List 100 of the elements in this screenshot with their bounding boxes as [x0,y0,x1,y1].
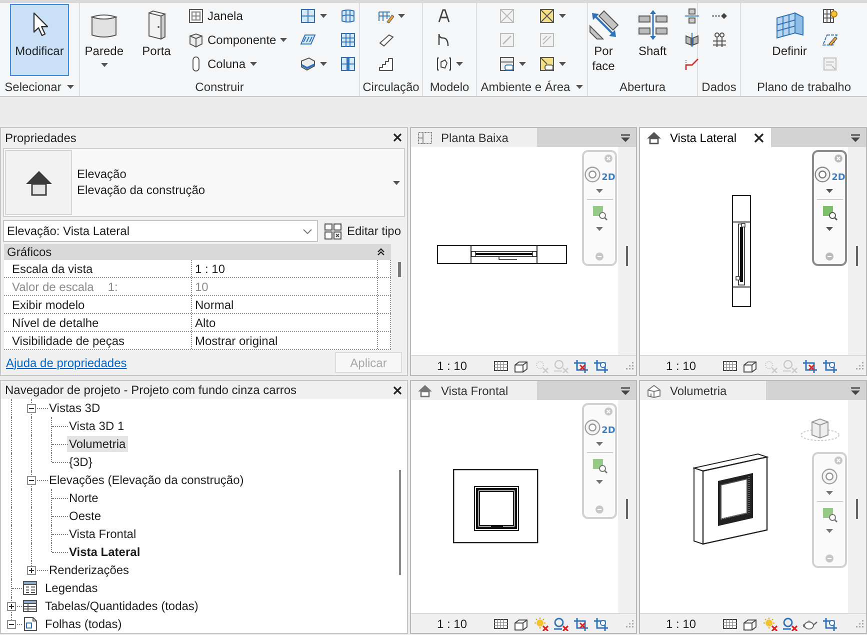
detail-level-icon[interactable] [493,616,510,630]
scrollbar-thumb[interactable] [856,499,858,519]
detail-level-icon[interactable] [722,358,738,372]
plus-box-icon[interactable] [7,602,16,611]
close-icon[interactable] [393,386,402,394]
close-icon[interactable] [754,132,764,142]
ribbon-button[interactable]: Shaft [632,4,674,76]
minus-box-icon[interactable] [27,404,36,413]
tree-item[interactable]: Legendas [43,580,100,596]
view-tab[interactable]: Volumetria [640,381,766,400]
value-field[interactable]: 1 : 10 [192,260,378,277]
tree-item[interactable]: Renderizações [47,562,132,578]
plus-box-icon[interactable] [27,566,36,575]
zoom-icon[interactable] [822,507,838,523]
tab-menu-icon[interactable] [851,386,860,394]
value-field[interactable]: Normal [192,296,378,313]
ribbon-button[interactable]: Modificar [10,4,69,76]
scale-button[interactable]: 1 : 10 [664,616,698,630]
view-tab[interactable]: Vista Frontal [411,381,537,400]
zoom-icon[interactable] [822,205,838,221]
crop-region-icon[interactable] [822,358,838,372]
group-icon [436,56,452,72]
scrollbar-thumb[interactable] [626,246,628,266]
zoom-icon[interactable] [592,458,608,474]
panel-title[interactable]: Ambiente e Área [480,80,584,94]
detail-level-icon[interactable] [722,616,738,630]
scale-button[interactable]: 1 : 10 [435,616,470,630]
panel-title[interactable]: Selecionar [4,80,74,94]
crop-region-icon[interactable] [593,358,610,372]
steering-wheel-icon[interactable] [584,419,601,436]
tab-menu-icon[interactable] [621,134,630,142]
type-selector[interactable]: Elevação Elevação da construção [3,148,405,217]
instance-dropdown[interactable]: Elevação: Vista Lateral [3,220,318,242]
ribbon-button[interactable]: Porta [136,4,178,76]
crop-view-icon[interactable] [573,616,590,630]
scale-button[interactable]: 1 : 10 [435,358,470,372]
tree-item[interactable]: Elevações (Elevação da construção) [47,472,246,488]
edit-type-button[interactable]: Editar tipo [322,222,404,240]
minus-box-icon[interactable] [27,476,36,485]
tree-item[interactable]: Vistas 3D [47,400,102,416]
visual-style-icon[interactable] [513,616,530,630]
tab-menu-icon[interactable] [851,134,860,142]
visual-style-icon[interactable] [742,358,758,372]
crop-region-icon[interactable] [593,616,610,630]
ribbon-button[interactable]: Coluna [184,52,290,76]
resize-grip-icon[interactable] [626,362,634,370]
crop-view-icon[interactable] [802,358,818,372]
visual-style-icon[interactable] [513,358,530,372]
tree-item[interactable]: Folhas (todas) [43,616,124,632]
resize-grip-icon[interactable] [856,620,864,628]
shadows-icon[interactable] [553,616,570,630]
ribbon-button[interactable]: Por face [582,4,624,76]
crop-region-icon[interactable] [822,616,838,630]
sun-icon[interactable] [762,616,778,630]
caret-icon [596,189,603,193]
tree-item[interactable]: Vista Lateral [67,544,142,560]
tree-item[interactable]: Oeste [67,508,104,524]
navigation-bar[interactable] [812,452,847,568]
steering-wheel-icon[interactable] [821,468,838,485]
group-header[interactable]: Gráficos [4,244,391,260]
detail-level-icon[interactable] [493,358,510,372]
view-tab[interactable]: Vista Lateral [640,128,771,147]
steering-wheel-icon[interactable] [584,166,601,183]
tree-item[interactable]: Vista 3D 1 [67,418,126,434]
value-field[interactable]: Mostrar original [192,332,378,349]
crop-view-icon[interactable] [573,358,590,372]
view-cube-icon[interactable] [799,416,841,442]
scrollbar-thumb[interactable] [856,246,858,266]
tree-item[interactable]: Volumetria [67,436,128,452]
tree-item[interactable]: Tabelas/Quantidades (todas) [43,598,200,614]
zoom-icon[interactable] [592,205,608,221]
steering-wheel-icon[interactable] [814,166,831,183]
scrollbar-thumb[interactable] [399,470,401,575]
ribbon-button[interactable]: Componente [184,28,290,52]
tree-item[interactable]: Vista Frontal [67,526,138,542]
scrollbar-thumb[interactable] [398,262,401,277]
visual-style-icon[interactable] [742,616,758,630]
ribbon-button[interactable]: Janela [184,4,290,28]
scrollbar-thumb[interactable] [626,499,628,519]
tree-item[interactable]: {3D} [67,454,94,470]
value-field[interactable]: Alto [192,314,378,331]
close-icon[interactable] [393,133,402,142]
tree-item[interactable]: Norte [67,490,100,506]
house-icon [5,150,72,215]
resize-grip-icon[interactable] [856,362,864,370]
scale-button[interactable]: 1 : 10 [664,358,698,372]
ribbon-button[interactable]: Parede [80,4,128,76]
navigation-bar[interactable]: 2D [812,150,847,266]
tab-menu-icon[interactable] [621,386,630,394]
view-tab[interactable]: Planta Baixa [411,128,537,147]
panel-title: Abertura [619,80,666,94]
navigation-bar[interactable]: 2D [582,403,617,519]
shadows-icon[interactable] [782,616,798,630]
resize-grip-icon[interactable] [626,620,634,628]
sun-icon[interactable] [533,616,550,630]
help-link[interactable]: Ajuda de propriedades [6,356,127,370]
caret-icon [393,180,400,184]
ribbon-button[interactable]: Definir [767,4,812,76]
minus-box-icon[interactable] [7,620,16,629]
navigation-bar[interactable]: 2D [582,150,617,266]
